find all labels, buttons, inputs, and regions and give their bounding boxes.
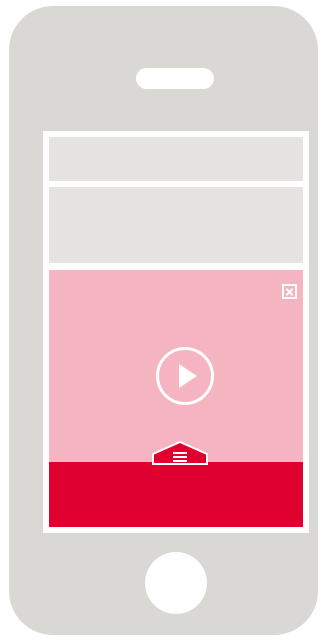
close-icon[interactable] — [282, 284, 297, 299]
home-button[interactable] — [145, 552, 207, 614]
content-block-header — [49, 137, 303, 181]
phone-speaker — [136, 68, 214, 89]
menu-expand-tab-icon[interactable] — [152, 440, 208, 465]
ad-banner-bar[interactable] — [49, 462, 303, 527]
video-ad-overlay[interactable] — [49, 270, 303, 527]
phone-screen — [43, 131, 309, 533]
phone-body — [9, 6, 318, 635]
play-icon[interactable] — [156, 347, 214, 405]
content-block-main — [49, 187, 303, 263]
